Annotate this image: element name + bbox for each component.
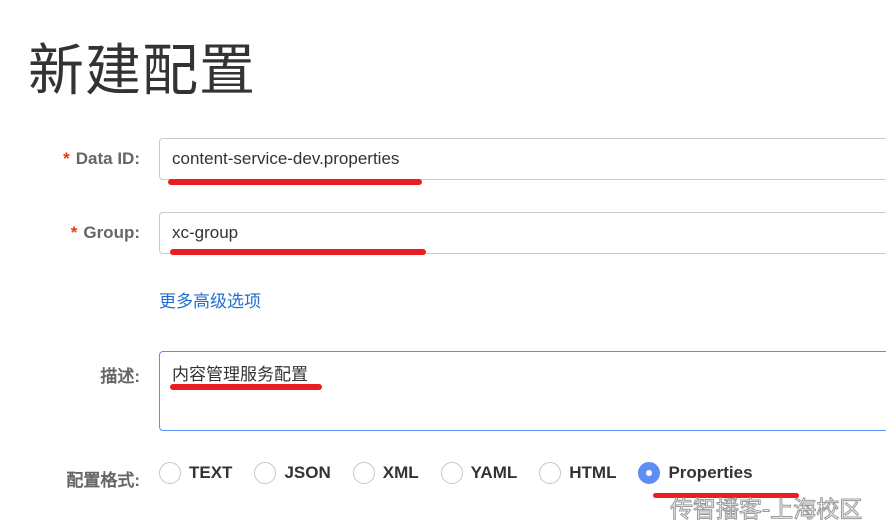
radio-label: XML	[382, 463, 419, 482]
description-textarea[interactable]: 内容管理服务配置	[159, 351, 886, 431]
group-input[interactable]: xc-group	[159, 212, 886, 254]
group-label: * Group:	[71, 223, 140, 243]
annotation-underline	[168, 179, 422, 185]
required-star: *	[70, 223, 78, 242]
description-label: 描述:	[100, 367, 140, 386]
group-label-text: Group:	[83, 223, 140, 242]
radio-circle-icon	[159, 462, 181, 484]
page-title: 新建配置	[28, 39, 256, 104]
radio-selected-icon	[638, 462, 661, 484]
radio-label: TEXT	[189, 463, 233, 482]
radio-yaml[interactable]: YAML	[440, 462, 518, 484]
data-id-label: * Data ID:	[63, 149, 140, 169]
radio-label: HTML	[569, 463, 617, 482]
required-star: *	[63, 149, 70, 168]
radio-json[interactable]: JSON	[254, 462, 331, 484]
radio-label: JSON	[284, 463, 331, 482]
radio-text[interactable]: TEXT	[159, 462, 232, 484]
more-advanced-options-link[interactable]: 更多高级选项	[159, 287, 261, 312]
data-id-label-text: Data ID:	[75, 149, 140, 168]
annotation-underline	[170, 384, 322, 390]
radio-properties[interactable]: Properties	[638, 462, 753, 484]
radio-xml[interactable]: XML	[352, 462, 419, 484]
annotation-underline	[170, 249, 426, 255]
watermark: 传智播客-上海校区	[669, 497, 863, 524]
radio-circle-icon	[352, 462, 375, 484]
radio-circle-icon	[440, 462, 463, 484]
data-id-input[interactable]: content-service-dev.properties	[159, 138, 886, 180]
radio-label: Properties	[668, 463, 753, 482]
format-label: 配置格式:	[66, 471, 140, 490]
radio-html[interactable]: HTML	[539, 462, 616, 484]
radio-circle-icon	[254, 462, 277, 484]
radio-label: YAML	[470, 463, 518, 482]
format-radio-group: TEXT JSON XML YAML HTML Properties	[159, 462, 775, 484]
radio-circle-icon	[539, 462, 562, 484]
